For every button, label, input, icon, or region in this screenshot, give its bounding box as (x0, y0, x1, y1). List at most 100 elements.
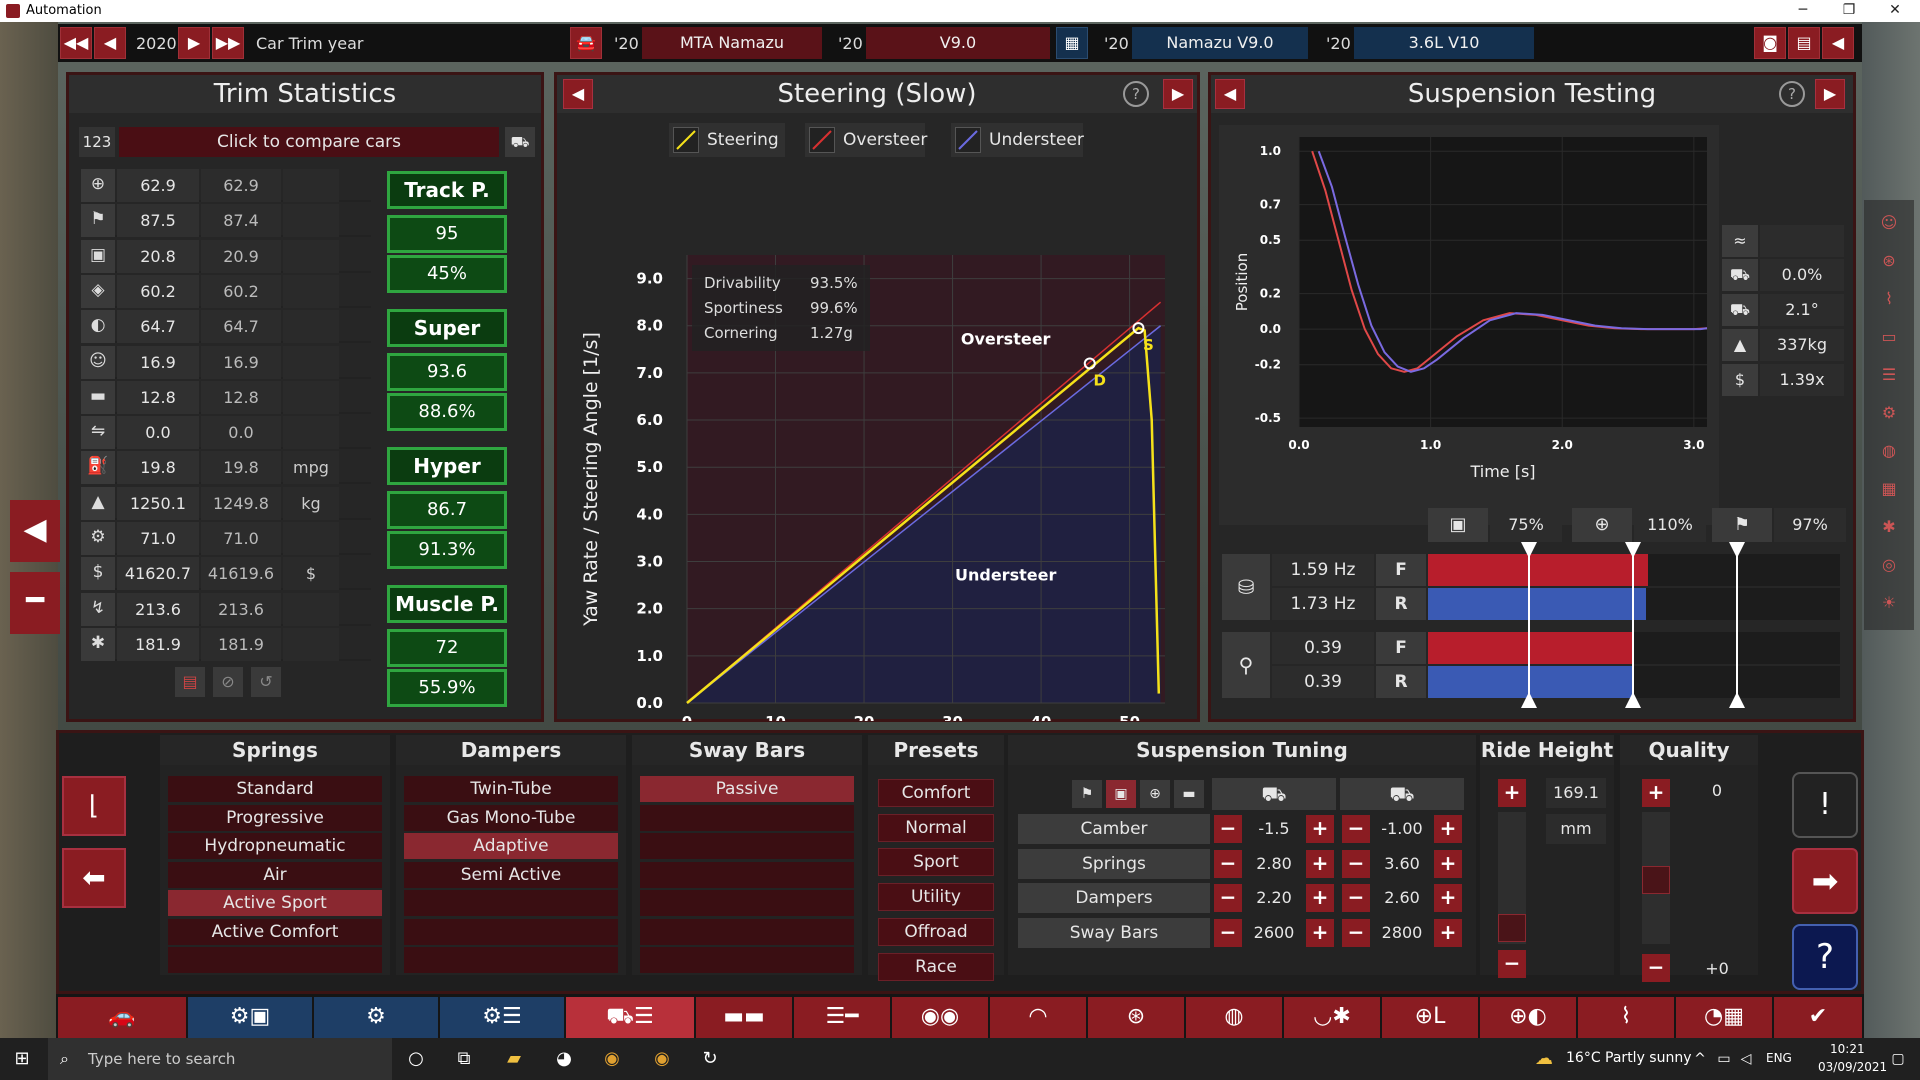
back-arrow-icon[interactable]: ◀ (1822, 27, 1854, 59)
sidebar-suspension-icon[interactable]: ⌇ (1876, 286, 1902, 312)
legend-understeer[interactable]: Understeer (951, 123, 1084, 157)
front-decrease-button[interactable]: − (1214, 919, 1242, 948)
rear-decrease-button[interactable]: − (1342, 815, 1370, 843)
rear-decrease-button[interactable]: − (1342, 884, 1370, 913)
notifications-icon[interactable]: ▢ (1886, 1047, 1910, 1071)
springs-option[interactable]: Progressive (168, 804, 382, 831)
tuning-filter-steering-icon[interactable]: ⊕ (1140, 780, 1170, 808)
language-indicator[interactable]: ENG (1766, 1051, 1792, 1065)
taskbar-search-box[interactable]: ⌕ Type here to search (48, 1038, 392, 1080)
suspension-help-icon[interactable]: ? (1779, 81, 1805, 107)
tab-engine-sheet[interactable]: ⚙☰ (440, 997, 564, 1039)
engine-icon[interactable]: ▦ (1056, 27, 1088, 59)
compare-cars-button[interactable]: Click to compare cars (119, 127, 499, 157)
task-view-icon[interactable]: ⧉ (452, 1047, 476, 1071)
tab-exhaust[interactable]: ⌇ (1578, 997, 1674, 1039)
front-increase-button[interactable]: + (1306, 849, 1334, 878)
tab-gearbox[interactable]: ◉◉ (892, 997, 988, 1039)
dampers-option[interactable]: Gas Mono-Tube (404, 804, 618, 831)
sidebar-engine-icon[interactable]: ⚙ (1876, 400, 1902, 426)
sidebar-brake-icon[interactable]: ◍ (1876, 438, 1902, 464)
year-forward-fast-button[interactable]: ▶▶ (212, 27, 244, 59)
ride-height-slider-handle[interactable] (1498, 914, 1526, 942)
tab-body[interactable]: 🚗 (58, 997, 186, 1039)
chrome-icon[interactable]: ◉ (600, 1047, 624, 1071)
trim-selector[interactable]: V9.0 (866, 27, 1050, 59)
tab-engine-tune[interactable]: ⚙ (314, 997, 438, 1039)
close-button[interactable]: ✕ (1872, 0, 1918, 22)
clock-date[interactable]: 03/09/2021 (1818, 1060, 1887, 1074)
windows-start-icon[interactable]: ⊞ (10, 1047, 34, 1071)
suspension-prev-button[interactable]: ◀ (1215, 79, 1245, 109)
sidebar-gear-icon[interactable]: ✱ (1876, 514, 1902, 540)
front-increase-button[interactable]: + (1306, 919, 1334, 948)
warning-button[interactable]: ! (1792, 772, 1858, 838)
chrome-icon-2[interactable]: ◉ (650, 1047, 674, 1071)
sidebar-light-icon[interactable]: ☀ (1876, 590, 1902, 616)
rear-decrease-button[interactable]: − (1342, 919, 1370, 948)
tuning-filter-utility-icon[interactable]: ▬ (1174, 780, 1204, 808)
preset-sport-button[interactable]: Sport (878, 848, 994, 877)
tab-testing[interactable]: ◔▦ (1676, 997, 1772, 1039)
steering-prev-button[interactable]: ◀ (563, 79, 593, 109)
clear-icon[interactable]: ⊘ (213, 667, 243, 697)
preset-comfort-button[interactable]: Comfort (878, 779, 994, 807)
front-increase-button[interactable]: + (1306, 815, 1334, 843)
tab-interior[interactable]: ⊕L (1382, 997, 1478, 1039)
copy-icon[interactable]: ▤ (175, 667, 205, 697)
year-forward-button[interactable]: ▶ (178, 27, 210, 59)
preset-normal-button[interactable]: Normal (878, 813, 994, 842)
springs-option[interactable]: Hydropneumatic (168, 833, 382, 859)
automation-taskbar-icon[interactable]: ↻ (698, 1047, 722, 1071)
tuning-filter-comfort-icon[interactable]: ▣ (1106, 780, 1136, 808)
minimize-button[interactable]: ─ (1780, 0, 1826, 22)
compare-car-icon[interactable]: ⛟ (505, 127, 535, 157)
tab-drivetrain[interactable]: ☰━ (794, 997, 890, 1039)
rear-increase-button[interactable]: + (1434, 815, 1462, 843)
legend-steering[interactable]: Steering (669, 123, 785, 157)
sidebar-body-icon[interactable]: ▭ (1876, 324, 1902, 350)
springs-option[interactable]: Standard (168, 776, 382, 802)
maximize-button[interactable]: ❐ (1826, 0, 1872, 22)
suspension-view-button[interactable]: ⌊ (62, 776, 126, 836)
quality-slider-handle[interactable] (1642, 866, 1670, 894)
reset-icon[interactable]: ↺ (251, 667, 281, 697)
preset-offroad-button[interactable]: Offroad (878, 917, 994, 946)
front-increase-button[interactable]: + (1306, 884, 1334, 913)
tab-wheels[interactable]: ⊛ (1088, 997, 1184, 1039)
left-nav-button[interactable]: ◀ (10, 500, 60, 562)
preset-race-button[interactable]: Race (878, 952, 994, 981)
year-back-button[interactable]: ◀ (94, 27, 126, 59)
prev-section-button[interactable]: ⬅ (62, 848, 126, 908)
sway-bars-option[interactable]: Passive (640, 776, 854, 802)
app-icon-1[interactable]: ◕ (552, 1047, 576, 1071)
quality-increase-button[interactable]: + (1642, 779, 1670, 807)
dampers-option[interactable]: Semi Active (404, 861, 618, 888)
tab-aero[interactable]: ◡✱ (1284, 997, 1380, 1039)
springs-option[interactable]: Active Sport (168, 890, 382, 916)
steering-help-icon[interactable]: ? (1123, 81, 1149, 107)
quality-decrease-button[interactable]: − (1642, 954, 1670, 982)
sidebar-wheel-icon[interactable]: ⊛ (1876, 248, 1902, 274)
tab-suspension[interactable]: ⛟☰ (566, 997, 694, 1039)
help-button[interactable]: ? (1792, 924, 1858, 990)
rear-increase-button[interactable]: + (1434, 884, 1462, 913)
front-decrease-button[interactable]: − (1214, 815, 1242, 843)
tab-engine-parts[interactable]: ⚙▣ (188, 997, 312, 1039)
next-section-button[interactable]: ➡ (1792, 848, 1858, 914)
suspension-next-button[interactable]: ▶ (1815, 79, 1845, 109)
springs-option[interactable]: Active Comfort (168, 918, 382, 945)
file-explorer-icon[interactable]: ▰ (502, 1047, 526, 1071)
dampers-option[interactable]: Adaptive (404, 833, 618, 859)
tab-safety[interactable]: ⊕◐ (1480, 997, 1576, 1039)
dampers-option[interactable]: Twin-Tube (404, 776, 618, 802)
calculator-icon[interactable]: ▤ (1788, 27, 1820, 59)
car-icon[interactable]: 🚘 (570, 27, 602, 59)
tab-chassis[interactable]: ▬▬ (696, 997, 792, 1039)
front-decrease-button[interactable]: − (1214, 849, 1242, 878)
model-selector[interactable]: MTA Namazu (642, 27, 822, 59)
camera-icon[interactable]: ◙ (1754, 27, 1786, 59)
engine-variant-selector[interactable]: 3.6L V10 (1354, 27, 1534, 59)
rear-increase-button[interactable]: + (1434, 849, 1462, 878)
legend-oversteer[interactable]: Oversteer (805, 123, 927, 157)
